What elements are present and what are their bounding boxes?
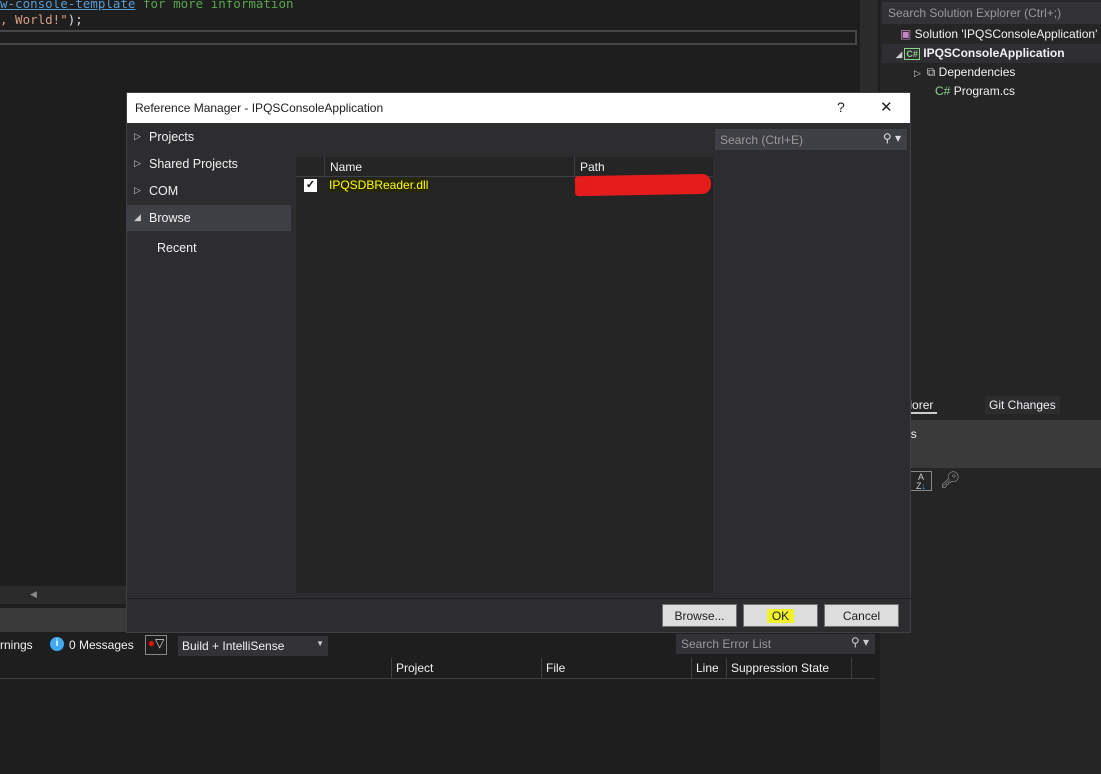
column-name[interactable]: Name bbox=[324, 157, 574, 177]
dialog-title-bar: Reference Manager - IPQSConsoleApplicati… bbox=[127, 93, 910, 123]
code-link[interactable]: w-console-template bbox=[0, 0, 135, 11]
reference-checkbox[interactable]: ✓ bbox=[304, 179, 317, 192]
info-icon: i bbox=[50, 637, 64, 651]
csharp-file-icon: C# bbox=[935, 84, 954, 98]
nav-browse[interactable]: ◢ Browse bbox=[127, 205, 291, 231]
column-file[interactable]: File bbox=[541, 658, 569, 678]
error-list-search[interactable]: Search Error List ⚲ ▾ bbox=[676, 634, 875, 654]
dialog-search[interactable]: Search (Ctrl+E) ⚲ ▾ bbox=[715, 129, 907, 150]
dependencies-icon: ⧉ bbox=[926, 65, 939, 79]
collapsed-icon: ▷ bbox=[134, 131, 141, 141]
reference-manager-dialog: Reference Manager - IPQSConsoleApplicati… bbox=[126, 92, 912, 633]
close-button[interactable]: ✕ bbox=[880, 98, 893, 116]
ok-label: OK bbox=[766, 609, 795, 623]
solution-explorer bbox=[880, 0, 1101, 774]
browse-button[interactable]: Browse... bbox=[662, 604, 737, 627]
table-row[interactable]: ✓ IPQSDBReader.dll bbox=[296, 173, 713, 197]
tool-window-tabs: Solution Explorer Git Changes bbox=[880, 396, 1101, 414]
ok-button[interactable]: OK bbox=[743, 604, 818, 627]
column-suppression-state[interactable]: Suppression State bbox=[726, 658, 852, 678]
solution-explorer-search[interactable]: Search Solution Explorer (Ctrl+;) bbox=[882, 2, 1101, 24]
search-icon: ⚲ ▾ bbox=[882, 131, 901, 145]
filter-icon[interactable]: ●▽ bbox=[145, 635, 167, 655]
current-line-highlight bbox=[0, 30, 857, 45]
csharp-project-icon: C# bbox=[904, 48, 920, 60]
tab-git-changes[interactable]: Git Changes bbox=[985, 396, 1060, 414]
code-tail: ); bbox=[67, 12, 83, 27]
tree-item-solution[interactable]: ▣ Solution 'IPQSConsoleApplication' (1 o… bbox=[882, 25, 1101, 44]
tree-item-project[interactable]: ◢ C# IPQSConsoleApplication bbox=[882, 44, 1101, 63]
search-placeholder: Search (Ctrl+E) bbox=[720, 133, 804, 147]
code-string: , World!" bbox=[0, 12, 68, 27]
collapsed-icon: ▷ bbox=[134, 185, 141, 195]
error-list-toolbar: rnings i 0 Messages ●▽ Build + IntelliSe… bbox=[0, 634, 878, 656]
solution-icon: ▣ bbox=[900, 27, 915, 41]
reference-name: IPQSDBReader.dll bbox=[329, 178, 429, 192]
code-comment: for more information bbox=[135, 0, 294, 11]
scope-dropdown[interactable]: Build + IntelliSense ▼ bbox=[178, 636, 328, 656]
tree-item-dependencies[interactable]: ▷ ⧉ Dependencies bbox=[882, 63, 1101, 82]
error-list-header: Project File Line Suppression State bbox=[0, 658, 875, 679]
code-line-1: w-console-template for more information bbox=[0, 0, 294, 11]
sort-alphabetical-icon[interactable]: A Z↓ bbox=[910, 471, 932, 491]
reference-list: Name Path ✓ IPQSDBReader.dll bbox=[296, 157, 713, 593]
tree-item-program[interactable]: C# Program.cs bbox=[882, 82, 1101, 101]
dialog-title: Reference Manager - IPQSConsoleApplicati… bbox=[135, 101, 384, 115]
redacted-path bbox=[574, 173, 712, 197]
column-project[interactable]: Project bbox=[391, 658, 437, 678]
nav-projects[interactable]: ▷ Projects bbox=[127, 124, 291, 150]
property-pages-icon[interactable]: 🔑︎ bbox=[940, 470, 960, 490]
column-path[interactable]: Path bbox=[574, 157, 610, 177]
scroll-left-icon[interactable]: ◀ bbox=[30, 589, 37, 600]
column-line[interactable]: Line bbox=[691, 658, 723, 678]
cancel-button[interactable]: Cancel bbox=[824, 604, 899, 627]
collapsed-icon: ▷ bbox=[914, 68, 924, 78]
footer-divider bbox=[127, 598, 912, 599]
code-line-2: , World!"); bbox=[0, 12, 83, 27]
messages-filter[interactable]: 0 Messages bbox=[69, 638, 134, 652]
nav-recent[interactable]: Recent bbox=[127, 235, 291, 261]
search-placeholder: Search Error List bbox=[681, 637, 772, 651]
help-button[interactable]: ? bbox=[837, 99, 845, 115]
search-icon: ⚲ ▾ bbox=[850, 635, 869, 649]
warnings-filter[interactable]: rnings bbox=[0, 638, 33, 652]
scope-value: Build + IntelliSense bbox=[182, 639, 285, 653]
properties-header: Properties bbox=[880, 420, 1101, 468]
nav-shared-projects[interactable]: ▷ Shared Projects bbox=[127, 151, 291, 177]
chevron-down-icon: ▼ bbox=[316, 639, 324, 648]
collapsed-icon: ▷ bbox=[134, 158, 141, 168]
nav-com[interactable]: ▷ COM bbox=[127, 178, 291, 204]
expanded-icon: ◢ bbox=[134, 212, 141, 222]
